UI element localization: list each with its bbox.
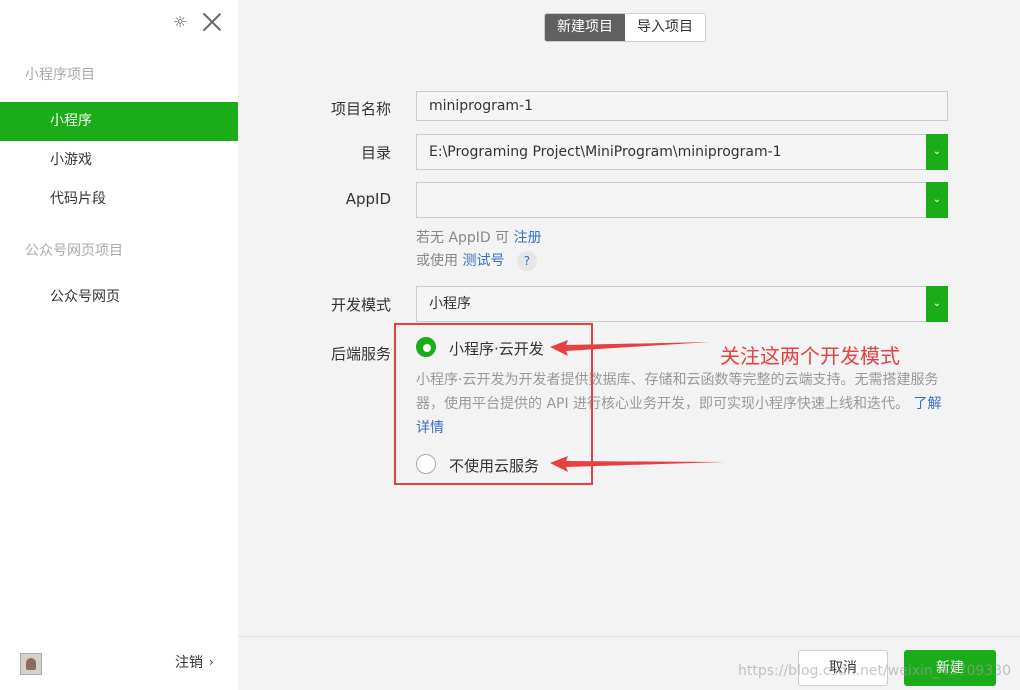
devmode-label: 开发模式 [330, 296, 391, 314]
create-button[interactable]: 新建 [904, 650, 996, 686]
section-title-miniprogram: 小程序项目 [25, 67, 95, 83]
gear-icon[interactable]: ☼ [170, 12, 190, 32]
directory-select[interactable]: E:\Programing Project\MiniProgram\minipr… [416, 134, 948, 170]
help-icon[interactable]: ? [516, 251, 537, 271]
devmode-select[interactable]: 小程序 ⌄ [416, 286, 948, 322]
register-link[interactable]: 注册 [514, 230, 542, 246]
sidebar-item-official-web[interactable]: 公众号网页 [0, 278, 238, 317]
logout-label: 注销 [175, 655, 203, 671]
directory-value: E:\Programing Project\MiniProgram\minipr… [429, 144, 782, 160]
chevron-down-icon[interactable]: ⌄ [926, 182, 948, 218]
devmode-value: 小程序 [429, 296, 471, 312]
close-icon[interactable] [200, 10, 224, 34]
footer-bar: 取消 新建 https://blog.csdn.net/weixin_43709… [238, 636, 1020, 690]
annotation-highlight-box [394, 323, 593, 485]
logout-button[interactable]: 注销 › [175, 652, 214, 672]
test-account-link[interactable]: 测试号 [462, 253, 504, 269]
appid-hint-register: 若无 AppID 可 注册 [416, 227, 542, 247]
chevron-right-icon: › [209, 655, 214, 669]
tab-import-project[interactable]: 导入项目 [625, 14, 705, 41]
section-title-official: 公众号网页项目 [25, 243, 123, 259]
sidebar-item-code-snippet[interactable]: 代码片段 [0, 180, 238, 219]
annotation-text: 关注这两个开发模式 [720, 344, 900, 368]
appid-label: AppID [345, 190, 391, 208]
sidebar-item-miniprogram[interactable]: 小程序 [0, 102, 238, 141]
cancel-button[interactable]: 取消 [798, 650, 888, 686]
sidebar: ☼ 小程序项目 小程序 小游戏 代码片段 公众号网页项目 公众号网页 注销 › [0, 0, 238, 690]
tab-bar: 新建项目 导入项目 [544, 13, 706, 42]
appid-select[interactable]: ⌄ [416, 182, 948, 218]
appid-hint-test: 或使用 测试号 ? [416, 250, 537, 271]
chevron-down-icon[interactable]: ⌄ [926, 286, 948, 322]
directory-label: 目录 [360, 144, 391, 162]
hint-test-text: 或使用 [416, 253, 458, 269]
hint-register-text: 若无 AppID 可 [416, 230, 510, 246]
project-name-input[interactable]: miniprogram-1 [416, 91, 948, 121]
window-controls: ☼ [170, 10, 224, 34]
tab-new-project[interactable]: 新建项目 [545, 14, 625, 41]
project-name-label: 项目名称 [330, 100, 391, 118]
chevron-down-icon[interactable]: ⌄ [926, 134, 948, 170]
main-panel: 新建项目 导入项目 项目名称 miniprogram-1 目录 E:\Progr… [238, 0, 1020, 690]
backend-label: 后端服务 [330, 345, 391, 363]
avatar[interactable] [20, 653, 42, 675]
sidebar-item-minigame[interactable]: 小游戏 [0, 141, 238, 180]
